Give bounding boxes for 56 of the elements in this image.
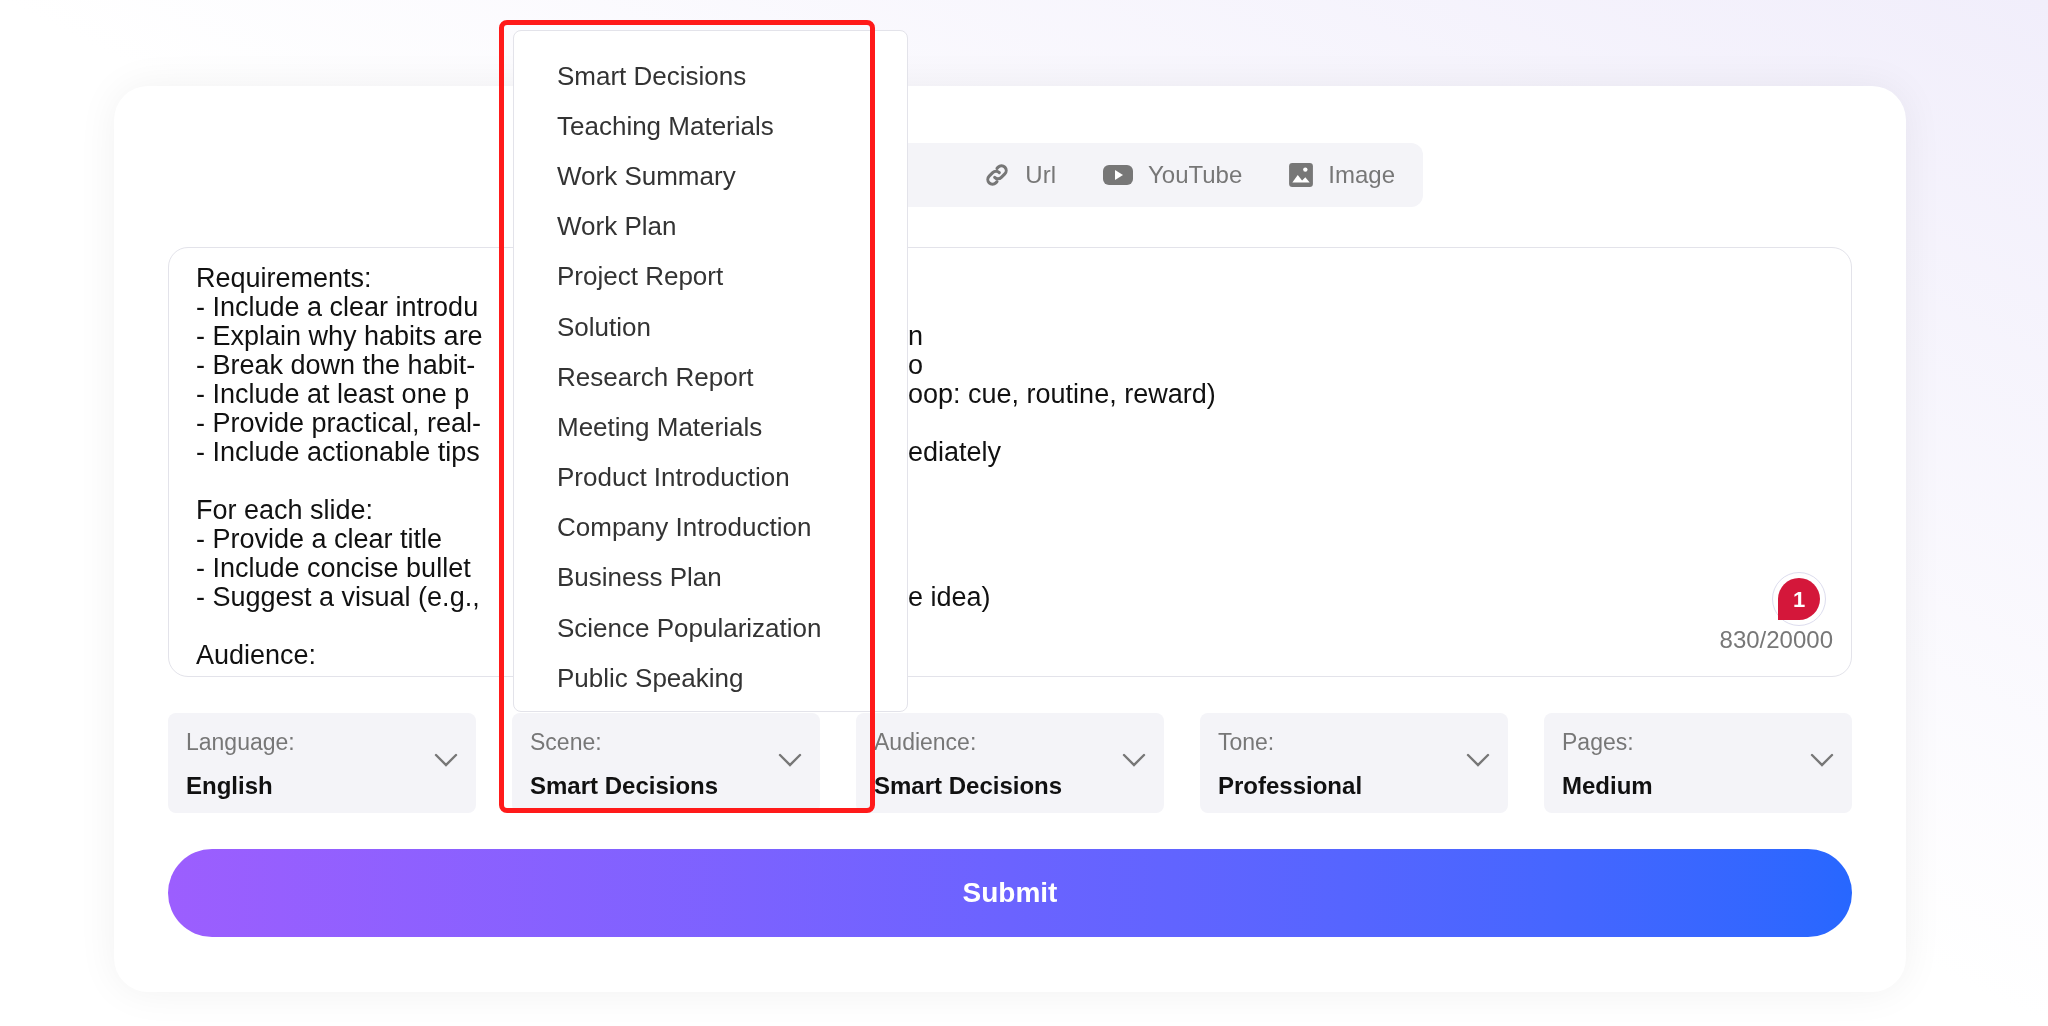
select-value: English: [186, 770, 273, 801]
prompt-text: - Include at least one p: [196, 379, 470, 409]
prompt-text: Audience:: [196, 640, 317, 670]
prompt-text: n: [908, 322, 924, 351]
prompt-text: - Break down the habit-: [196, 350, 476, 380]
dropdown-option[interactable]: Public Speaking: [514, 653, 907, 704]
select-label: Pages:: [1562, 728, 1634, 757]
dropdown-option[interactable]: Work Summary: [514, 151, 907, 202]
source-tab[interactable]: Image: [1272, 151, 1411, 199]
select-field[interactable]: Audience: Smart Decisions: [856, 713, 1164, 813]
dropdown-option[interactable]: Product Introduction: [514, 452, 907, 503]
image-icon: [1288, 162, 1315, 188]
select-label: Scene:: [530, 728, 602, 757]
select-field[interactable]: Language: English: [168, 713, 476, 813]
chevron-down-icon: [434, 753, 458, 767]
chevron-down-icon: [1122, 753, 1146, 767]
prompt-text: e idea): [908, 583, 991, 612]
select-label: Audience:: [874, 728, 977, 757]
prompt-text: oop: cue, routine, reward): [908, 380, 1216, 409]
select-value: Smart Decisions: [530, 770, 719, 801]
prompt-text: - Explain why habits are: [196, 321, 483, 351]
source-tab[interactable]: YouTube: [1086, 151, 1259, 199]
chevron-down-icon: [1810, 753, 1834, 767]
chevron-down-icon: [778, 753, 802, 767]
play-icon: [1102, 163, 1134, 187]
dropdown-option[interactable]: Work Plan: [514, 201, 907, 252]
dropdown-option[interactable]: Solution: [514, 301, 907, 353]
dropdown-option[interactable]: Teaching Materials: [514, 101, 907, 152]
prompt-text: - Include a clear introdu: [196, 292, 479, 322]
select-label: Language:: [186, 728, 295, 757]
prompt-text: - Suggest a visual (e.g.,: [196, 582, 480, 612]
select-value: Professional: [1218, 770, 1363, 801]
dropdown-option[interactable]: Science Popularization: [514, 603, 907, 654]
dropdown-option[interactable]: Meeting Materials: [514, 402, 907, 453]
prompt-text: - Include concise bullet: [196, 553, 471, 583]
select-label: Tone:: [1218, 728, 1275, 757]
dropdown-option[interactable]: Smart Decisions: [514, 51, 907, 102]
prompt-text: - Include actionable tips: [196, 437, 480, 467]
select-value: Medium: [1562, 770, 1653, 801]
dropdown-option[interactable]: Research Report: [514, 352, 907, 403]
submit-button[interactable]: Submit: [168, 849, 1852, 937]
chevron-down-icon: [1466, 753, 1490, 767]
select-value: Smart Decisions: [874, 770, 1063, 801]
source-tab[interactable]: Url: [967, 151, 1072, 199]
prompt-text: For each slide:: [196, 495, 374, 525]
dropdown-option[interactable]: Company Introduction: [514, 502, 907, 553]
dropdown-option[interactable]: Project Report: [514, 251, 907, 302]
select-field[interactable]: Pages: Medium: [1544, 713, 1852, 813]
prompt-text: - Provide a clear title: [196, 524, 443, 554]
select-field[interactable]: Tone: Professional: [1200, 713, 1508, 813]
character-counter: 830/20000: [1719, 625, 1833, 655]
prompt-text: Requirements:: [196, 263, 372, 293]
prompt-text: - Provide practical, real-: [196, 408, 482, 438]
prompt-text: o: [908, 351, 924, 380]
dropdown-option[interactable]: Business Plan: [514, 552, 907, 604]
prompt-text: ediately: [908, 438, 1002, 467]
